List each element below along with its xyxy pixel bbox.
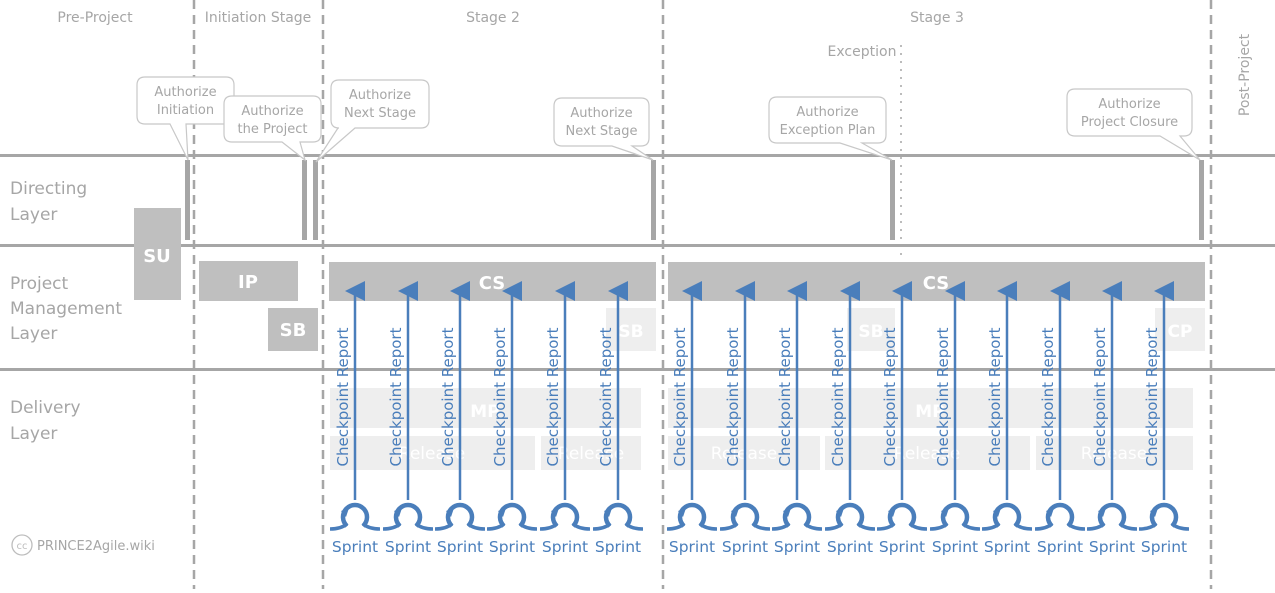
sprint-cycle-icon	[876, 502, 928, 531]
callout-line: Authorize	[241, 104, 303, 119]
sprint-cycle-icon	[666, 502, 718, 531]
sprint-label: Sprint	[1141, 538, 1187, 556]
layer-divider	[0, 368, 1275, 371]
phase-stage-3: Stage 3	[910, 10, 964, 26]
sb-faded-label: SB	[858, 322, 883, 342]
authorization-bar	[890, 160, 895, 240]
checkpoint-report-label: Checkpoint Report	[671, 327, 689, 466]
callout-authorize: Authorize Initiation	[136, 76, 235, 161]
sprint-label: Sprint	[984, 538, 1030, 556]
sprint-label: Sprint	[827, 538, 873, 556]
sprint-cycle-icon	[981, 502, 1033, 531]
phase-initiation: Initiation Stage	[205, 10, 312, 26]
callout-authorize: Authorize Next Stage	[553, 97, 654, 161]
checkpoint-report-label: Checkpoint Report	[491, 327, 509, 466]
callout-line: Authorize	[796, 105, 858, 120]
sprint-cycle-icon	[592, 502, 644, 531]
sprint-cycle-icon	[719, 502, 771, 531]
sprint-label: Sprint	[542, 538, 588, 556]
authorization-bar	[651, 160, 656, 240]
sprint-label: Sprint	[437, 538, 483, 556]
callout-line: Initiation	[157, 103, 214, 118]
checkpoint-report-label: Checkpoint Report	[724, 327, 742, 466]
checkpoint-report-label: Checkpoint Report	[986, 327, 1004, 466]
sb-label: SB	[280, 320, 307, 341]
callout-line: Authorize	[1098, 97, 1160, 112]
callout-line: Project Closure	[1081, 115, 1178, 130]
phase-stage-2: Stage 2	[466, 10, 520, 26]
management-layer-label: Project Management Layer	[10, 274, 122, 344]
sprint-label: Sprint	[774, 538, 820, 556]
callouts: AuthorizeInitiation Authorizethe ProjectA…	[136, 76, 1201, 163]
sprint-label: Sprint	[595, 538, 641, 556]
sprint-cycle-icon	[929, 502, 981, 531]
sprint-cycle-icon	[824, 502, 876, 531]
callout-authorize: Authorize the Project	[223, 95, 322, 162]
sprint-cycle-icon	[1034, 502, 1086, 531]
checkpoint-report-label: Checkpoint Report	[597, 327, 615, 466]
sprint-cycle-icon	[1138, 502, 1190, 531]
ip-label: IP	[238, 272, 258, 293]
callout-authorize: Authorize Project Closure	[1066, 88, 1201, 161]
callout-line: Authorize	[570, 106, 632, 121]
authorization-bar	[302, 160, 307, 240]
callout-line: Exception Plan	[780, 123, 876, 138]
sprint-label: Sprint	[1089, 538, 1135, 556]
checkpoint-report-label: Checkpoint Report	[934, 327, 952, 466]
authorization-bar	[185, 160, 190, 240]
callout-line: Authorize	[349, 88, 411, 103]
sprint-cycle-icon	[771, 502, 823, 531]
directing-layer-label: Directing Layer	[10, 179, 87, 225]
authorization-bar	[1199, 160, 1204, 240]
credit: cc PRINCE2Agile.wiki	[11, 534, 155, 556]
phase-exception: Exception	[828, 44, 897, 60]
cs-label: CS	[479, 273, 506, 294]
sprint-cycle-icon	[434, 502, 486, 531]
checkpoint-report-label: Checkpoint Report	[544, 327, 562, 466]
prince2-agile-diagram: SB SB CP MP MP Release Release Release R…	[0, 0, 1275, 589]
sprint-label: Sprint	[669, 538, 715, 556]
checkpoint-report-label: Checkpoint Report	[334, 327, 352, 466]
authorization-bars	[185, 160, 1204, 240]
callout-authorize: Authorize Exception Plan	[768, 96, 893, 161]
sprint-label: Sprint	[385, 538, 431, 556]
callout-line: Next Stage	[344, 106, 416, 121]
callout-authorize: Authorize Next Stage	[315, 79, 430, 163]
sprint-label: Sprint	[932, 538, 978, 556]
sprint-cycle-icon	[382, 502, 434, 531]
layer-divider	[0, 244, 1275, 247]
sprint-label: Sprint	[332, 538, 378, 556]
checkpoint-report-label: Checkpoint Report	[776, 327, 794, 466]
sprint-label: Sprint	[722, 538, 768, 556]
checkpoint-report-label: Checkpoint Report	[829, 327, 847, 466]
checkpoint-report-label: Checkpoint Report	[881, 327, 899, 466]
cs-label: CS	[923, 273, 950, 294]
checkpoint-report-label: Checkpoint Report	[439, 327, 457, 466]
delivery-layer-label: Delivery Layer	[10, 398, 81, 444]
checkpoint-report-label: Checkpoint Report	[387, 327, 405, 466]
cp-faded-label: CP	[1168, 322, 1193, 342]
checkpoint-report-label: Checkpoint Report	[1039, 327, 1057, 466]
callout-line: Authorize	[154, 85, 216, 100]
su-label: SU	[143, 246, 171, 267]
sprint-cycle-icon	[539, 502, 591, 531]
checkpoint-report-label: Checkpoint Report	[1091, 327, 1109, 466]
sprint-cycle-icon	[329, 502, 381, 531]
sb-faded-label: SB	[618, 322, 643, 342]
phase-pre-project: Pre-Project	[57, 10, 133, 26]
phase-post-project: Post-Project	[1237, 33, 1253, 116]
sprint-label: Sprint	[1037, 538, 1083, 556]
sprint-label: Sprint	[879, 538, 925, 556]
sprint-cycle-icon	[1086, 502, 1138, 531]
callout-line: Next Stage	[566, 124, 638, 139]
sprint-label: Sprint	[489, 538, 535, 556]
credit-text: PRINCE2Agile.wiki	[37, 539, 155, 554]
authorization-bar	[313, 160, 318, 240]
svg-text:cc: cc	[17, 541, 28, 552]
callout-line: the Project	[238, 122, 308, 137]
sprint-cycle-icon	[486, 502, 538, 531]
checkpoint-report-label: Checkpoint Report	[1143, 327, 1161, 466]
